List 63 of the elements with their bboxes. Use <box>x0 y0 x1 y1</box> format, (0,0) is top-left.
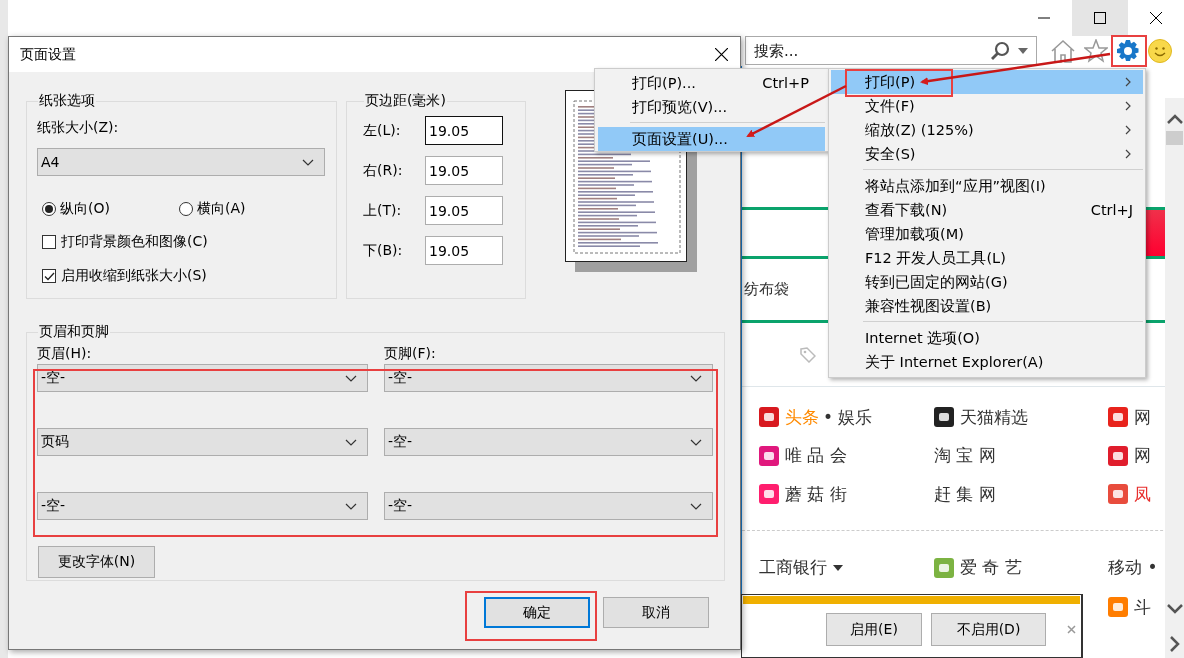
radio-label[interactable]: 横向(A) <box>197 200 246 218</box>
input-field[interactable]: 19.05 <box>425 156 503 185</box>
field-label: 页眉(H): <box>37 344 93 363</box>
site-link[interactable]: 蘑 菇 街 <box>785 482 847 506</box>
checkbox-label[interactable]: 启用收缩到纸张大小(S) <box>61 267 207 285</box>
dropdown[interactable]: -空- <box>384 492 713 520</box>
menu-item[interactable]: 缩放(Z) (125%) <box>831 118 1143 142</box>
nav-link[interactable]: 纺布袋 <box>744 280 789 299</box>
input-field[interactable]: 19.05 <box>425 196 503 225</box>
menu-item[interactable]: Internet 选项(O) <box>831 326 1143 350</box>
field-label: 下(B): <box>363 241 404 260</box>
dropdown[interactable]: A4 <box>37 148 325 176</box>
menu-item[interactable]: 将站点添加到“应用”视图(I) <box>831 174 1143 198</box>
group-title: 页边距(毫米) <box>364 92 447 110</box>
input-field[interactable]: 19.05 <box>425 236 503 265</box>
menu-item[interactable]: F12 开发人员工具(L) <box>831 246 1143 270</box>
ok-button[interactable]: 确定 <box>484 597 590 628</box>
menu-item[interactable]: 打印(P) <box>831 70 1143 94</box>
menu-item[interactable]: 打印预览(V)... <box>598 95 825 119</box>
field-label: 右(R): <box>363 161 404 180</box>
dropdown[interactable]: 页码 <box>37 428 368 456</box>
field-label: 左(L): <box>363 121 402 140</box>
field-label: 纸张大小(Z): <box>37 118 120 137</box>
dropdown[interactable]: -空- <box>37 492 368 520</box>
cancel-button[interactable]: 取消 <box>603 597 709 628</box>
group-title: 页眉和页脚 <box>38 323 110 341</box>
checkbox-label[interactable]: 打印背景颜色和图像(C) <box>61 233 208 251</box>
menu-item[interactable]: 关于 Internet Explorer(A) <box>831 350 1143 374</box>
group-title: 纸张选项 <box>38 92 96 110</box>
dialog-title: 页面设置 <box>20 45 76 64</box>
site-link[interactable]: 凤 <box>1134 482 1151 506</box>
font-button[interactable]: 更改字体(N) <box>38 546 155 578</box>
input-field[interactable]: 19.05 <box>425 116 503 145</box>
menu-item[interactable]: 打印(P)... Ctrl+P <box>598 71 825 95</box>
site-link[interactable]: 唯 品 会 <box>785 444 847 467</box>
site-link[interactable]: 网 <box>1134 444 1151 467</box>
dropdown[interactable]: -空- <box>37 364 368 392</box>
menu-item[interactable]: 页面设置(U)... <box>598 127 825 151</box>
site-link[interactable]: 天猫精选 <box>960 405 1028 429</box>
shortcut-text: Ctrl+P <box>762 75 809 91</box>
menu-item[interactable]: 转到已固定的网站(G) <box>831 270 1143 294</box>
site-link[interactable]: 移动 • <box>1108 556 1158 579</box>
menu-item[interactable]: 兼容性视图设置(B) <box>831 294 1143 318</box>
menu-item[interactable]: 查看下载(N) Ctrl+J <box>831 198 1143 222</box>
site-link[interactable]: 赶 集 网 <box>934 482 996 506</box>
site-link[interactable]: 工商银行 <box>759 556 827 579</box>
search-box[interactable]: 搜索... <box>745 36 1037 65</box>
notification-button[interactable]: 不启用(D) <box>931 613 1046 646</box>
site-link[interactable]: 淘 宝 网 <box>934 444 996 467</box>
radio-label[interactable]: 纵向(O) <box>60 200 110 218</box>
menu-item[interactable]: 安全(S) <box>831 142 1143 166</box>
notification-button[interactable]: 启用(E) <box>826 613 922 646</box>
shortcut-text: Ctrl+J <box>1090 202 1133 218</box>
site-link[interactable]: 网 <box>1134 405 1151 429</box>
site-link[interactable]: 爱 奇 艺 <box>960 556 1022 579</box>
field-label: 页脚(F): <box>384 344 437 363</box>
dropdown[interactable]: -空- <box>384 428 713 456</box>
field-label: 上(T): <box>363 201 403 220</box>
menu-item[interactable]: 文件(F) <box>831 94 1143 118</box>
site-link[interactable]: 斗 <box>1134 595 1151 619</box>
dropdown[interactable]: -空- <box>384 364 713 392</box>
menu-item[interactable]: 管理加载项(M) <box>831 222 1143 246</box>
site-link[interactable]: • 娱乐 <box>823 405 873 429</box>
